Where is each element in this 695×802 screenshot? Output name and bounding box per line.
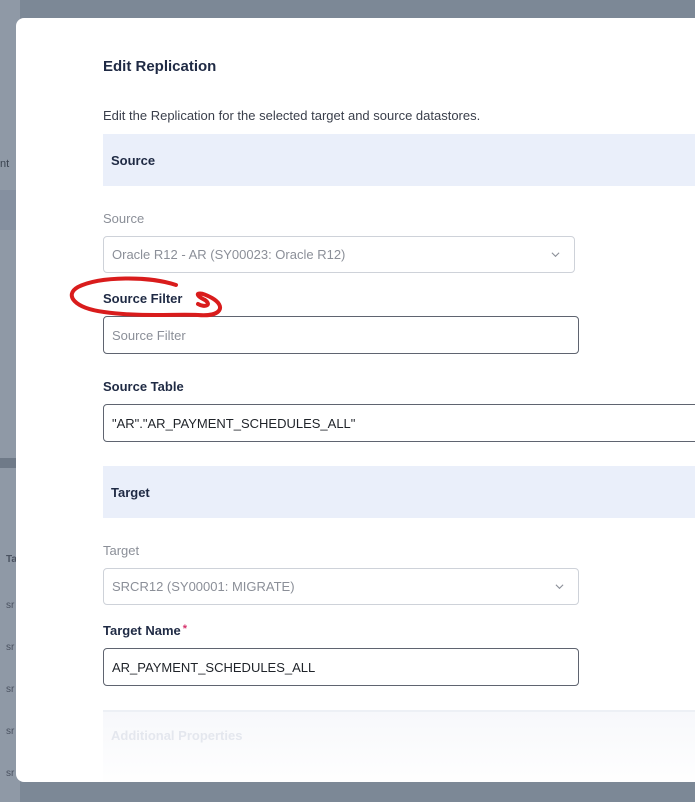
source-table-input[interactable]: "AR"."AR_PAYMENT_SCHEDULES_ALL"	[103, 404, 695, 442]
target-name-label: Target Name *	[103, 623, 187, 638]
source-section-header: Source	[103, 134, 695, 186]
modal-description: Edit the Replication for the selected ta…	[103, 108, 481, 123]
source-filter-input[interactable]: Source Filter	[103, 316, 579, 354]
chevron-down-icon	[555, 584, 564, 590]
target-name-label-text: Target Name	[103, 623, 181, 638]
target-select[interactable]: SRCR12 (SY00001: MIGRATE)	[103, 568, 579, 605]
required-marker: *	[182, 623, 188, 635]
background-label: nt	[0, 158, 10, 170]
target-name-input[interactable]: AR_PAYMENT_SCHEDULES_ALL	[103, 648, 579, 686]
modal-title: Edit Replication	[103, 58, 217, 75]
source-select[interactable]: Oracle R12 - AR (SY00023: Oracle R12)	[103, 236, 575, 273]
target-label: Target	[103, 543, 140, 558]
target-select-value: SRCR12 (SY00001: MIGRATE)	[112, 579, 295, 594]
additional-properties-header[interactable]: Additional Properties	[103, 710, 695, 782]
background-row-highlight	[0, 190, 16, 230]
background-divider	[0, 458, 16, 468]
source-filter-label: Source Filter	[103, 291, 183, 306]
source-select-value: Oracle R12 - AR (SY00023: Oracle R12)	[112, 247, 346, 262]
source-label: Source	[103, 211, 145, 226]
chevron-down-icon	[551, 252, 560, 258]
target-section-header: Target	[103, 466, 695, 518]
source-table-label: Source Table	[103, 379, 184, 394]
edit-replication-modal: Edit Replication Edit the Replication fo…	[16, 18, 695, 782]
